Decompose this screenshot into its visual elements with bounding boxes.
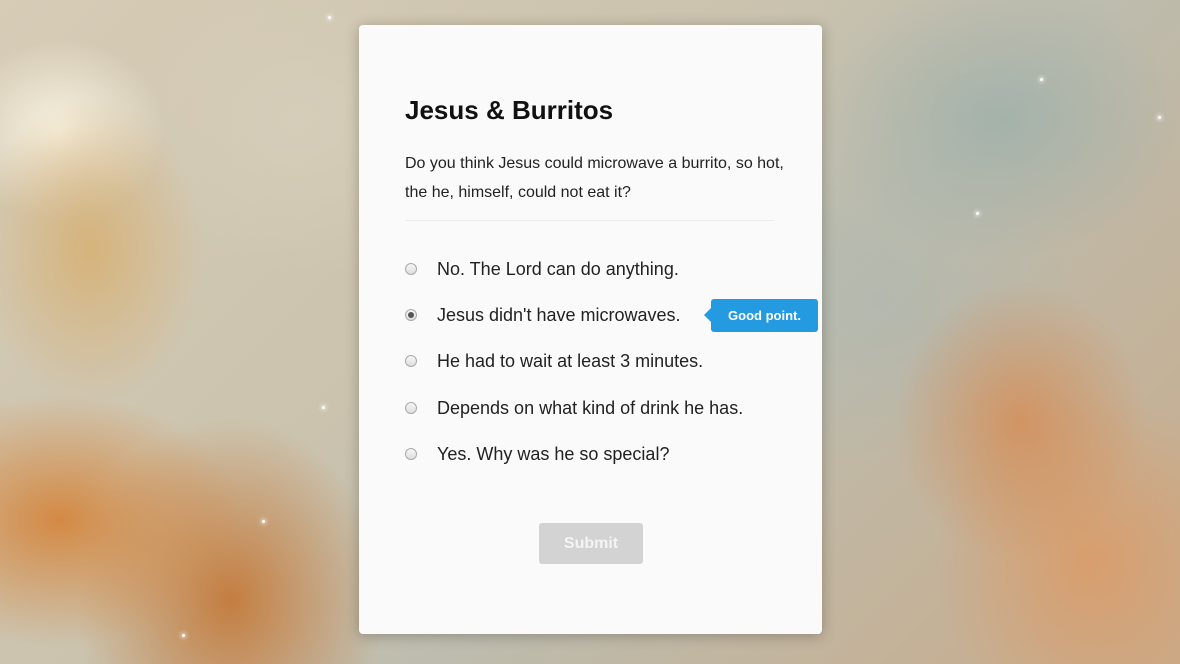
feedback-tooltip: Good point.	[704, 299, 818, 332]
divider	[405, 220, 774, 221]
background-star	[182, 634, 185, 637]
submit-button[interactable]: Submit	[539, 523, 643, 564]
answer-option-2[interactable]: Jesus didn't have microwaves.	[405, 301, 681, 329]
answer-option-1[interactable]: No. The Lord can do anything.	[405, 255, 679, 283]
tooltip-arrow-icon	[704, 308, 711, 322]
answer-label: Yes. Why was he so special?	[437, 443, 670, 464]
quiz-question: Do you think Jesus could microwave a bur…	[405, 155, 784, 201]
answer-label: Jesus didn't have microwaves.	[437, 304, 681, 325]
radio-button[interactable]	[405, 263, 417, 275]
answer-label: He had to wait at least 3 minutes.	[437, 350, 704, 371]
radio-button[interactable]	[405, 355, 417, 367]
background-star	[976, 212, 979, 215]
answer-option-5[interactable]: Yes. Why was he so special?	[405, 440, 669, 468]
feedback-text: Good point.	[728, 308, 801, 323]
answer-option-4[interactable]: Depends on what kind of drink he has.	[405, 394, 743, 422]
background-star	[1040, 78, 1043, 81]
radio-button[interactable]	[405, 402, 417, 414]
background-star	[1158, 116, 1161, 119]
radio-button[interactable]	[405, 448, 417, 460]
quiz-card: Jesus & Burritos Do you think Jesus coul…	[359, 25, 822, 634]
background-star	[262, 520, 265, 523]
background-star	[322, 406, 325, 409]
radio-button-selected[interactable]	[405, 309, 417, 321]
quiz-title: Jesus & Burritos	[405, 95, 614, 125]
answer-option-3[interactable]: He had to wait at least 3 minutes.	[405, 347, 703, 375]
answer-label: No. The Lord can do anything.	[437, 258, 679, 279]
answer-label: Depends on what kind of drink he has.	[437, 397, 744, 418]
background-star	[328, 16, 331, 19]
